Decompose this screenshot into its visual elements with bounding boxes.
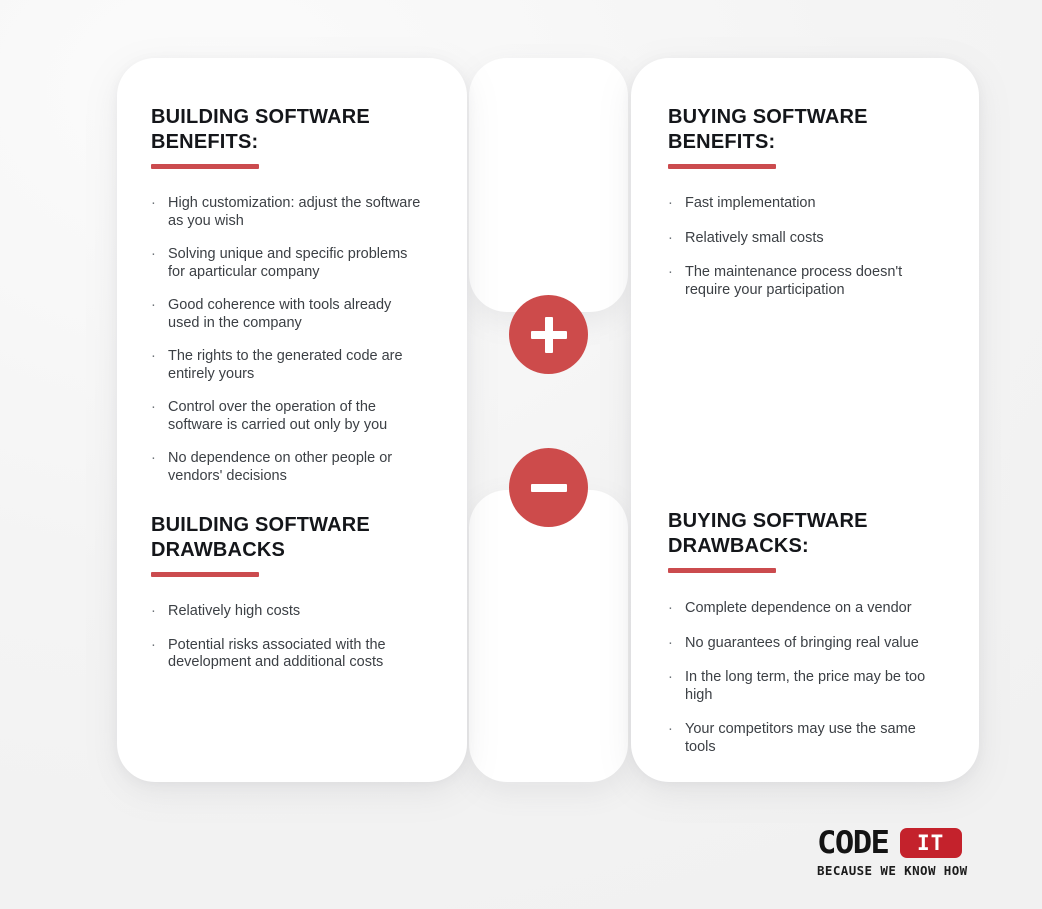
bullet-dot-icon: · [151,195,156,211]
list-item: · Fast implementation [668,195,940,213]
center-connector-card-bottom [469,490,628,782]
bullet-list: · Relatively high costs · Potential risks … [151,603,423,672]
list-item-label: No guarantees of bringing real value [685,634,919,651]
bullet-dot-icon: · [668,600,673,616]
list-item-label: Potential risks associated with the deve… [168,636,386,671]
bullet-dot-icon: · [151,246,156,262]
list-item: · The rights to the generated code are en… [151,348,423,383]
list-item-label: High customization: adjust the software … [168,195,421,229]
list-item-label: Control over the operation of the softwa… [168,399,388,433]
section-building-software-benefits: BUILDING SOFTWARE BENEFITS: · High custom… [151,105,423,485]
codeit-logo: CODE IT BECAUSE WE KNOW HOW [817,825,1003,879]
bullet-dot-icon: · [668,229,673,246]
bullet-list: · Fast implementation · Relatively small c… [668,195,940,299]
logo-wordmark: CODE [817,825,890,861]
minus-icon-horizontal-bar [530,483,567,492]
list-item: · Relatively high costs [151,603,423,621]
list-item-label: Complete dependence on a vendor [685,600,912,616]
title-underline [668,164,776,169]
section-building-software-drawbacks: BUILDING SOFTWARE DRAWBACKS · Relatively … [151,513,423,672]
list-item-label: In the long term, the price may be too h… [685,669,926,703]
list-item: · Solving unique and specific problems fo… [151,246,423,281]
list-item-label: The maintenance process doesn't require … [685,264,903,298]
title-underline [668,568,776,573]
logo-wordmark-row: CODE IT [817,825,1003,861]
section-title: BUILDING SOFTWARE BENEFITS: [151,106,370,153]
bullet-list: · High customization: adjust the software… [151,195,423,485]
title-underline [151,164,259,169]
logo-it-label: IT [917,830,945,855]
bullet-list: · Complete dependence on a vendor · No gua… [668,600,948,756]
logo-tagline: BECAUSE WE KNOW HOW [817,863,968,878]
list-item-label: Relatively high costs [168,603,301,619]
list-item: · Your competitors may use the same tools [668,721,948,756]
bullet-dot-icon: · [151,636,156,653]
plus-icon [509,295,588,374]
list-item-label: Solving unique and specific problems for… [168,246,408,280]
list-item: · In the long term, the price may be too … [668,669,948,704]
list-item: · Control over the operation of the softw… [151,399,423,434]
list-item: · Good coherence with tools already used … [151,297,423,332]
infographic-canvas: BUILDING SOFTWARE BENEFITS: · High custom… [0,0,1042,909]
bullet-dot-icon: · [151,603,156,619]
list-item: · No guarantees of bringing real value [668,635,948,653]
list-item: · Relatively small costs [668,230,940,248]
title-underline [151,572,259,577]
list-item: · Complete dependence on a vendor [668,600,948,618]
list-item-label: No dependence on other people or vendors… [168,450,393,484]
list-item: · The maintenance process doesn't require… [668,264,940,299]
list-item-label: Good coherence with tools already used i… [168,297,392,331]
list-item-label: Relatively small costs [685,229,824,246]
list-item: · High customization: adjust the software… [151,195,423,230]
bullet-dot-icon: · [151,297,156,313]
center-connector-card-top [469,58,628,312]
list-item: · No dependence on other people or vendor… [151,450,423,485]
bullet-dot-icon: · [668,721,673,737]
bullet-dot-icon: · [668,634,673,651]
bullet-dot-icon: · [668,195,673,211]
list-item: · Potential risks associated with the dev… [151,637,423,672]
minus-icon [509,448,588,527]
section-title: BUILDING SOFTWARE DRAWBACKS [151,514,370,561]
section-title: BUYING SOFTWARE BENEFITS: [668,106,868,153]
bullet-dot-icon: · [668,669,673,685]
bullet-dot-icon: · [151,450,156,466]
bullet-dot-icon: · [151,399,156,415]
plus-icon-vertical-bar [544,316,553,353]
section-title: BUYING SOFTWARE DRAWBACKS: [668,510,868,557]
bullet-dot-icon: · [151,348,156,364]
list-item-label: The rights to the generated code are ent… [168,348,403,382]
bullet-dot-icon: · [668,264,673,280]
logo-it-badge: IT [899,828,962,858]
list-item-label: Fast implementation [685,195,816,211]
section-buying-software-benefits: BUYING SOFTWARE BENEFITS: · Fast implemen… [668,105,940,316]
list-item-label: Your competitors may use the same tools [685,721,916,755]
section-buying-software-drawbacks: BUYING SOFTWARE DRAWBACKS: · Complete dep… [668,509,948,773]
